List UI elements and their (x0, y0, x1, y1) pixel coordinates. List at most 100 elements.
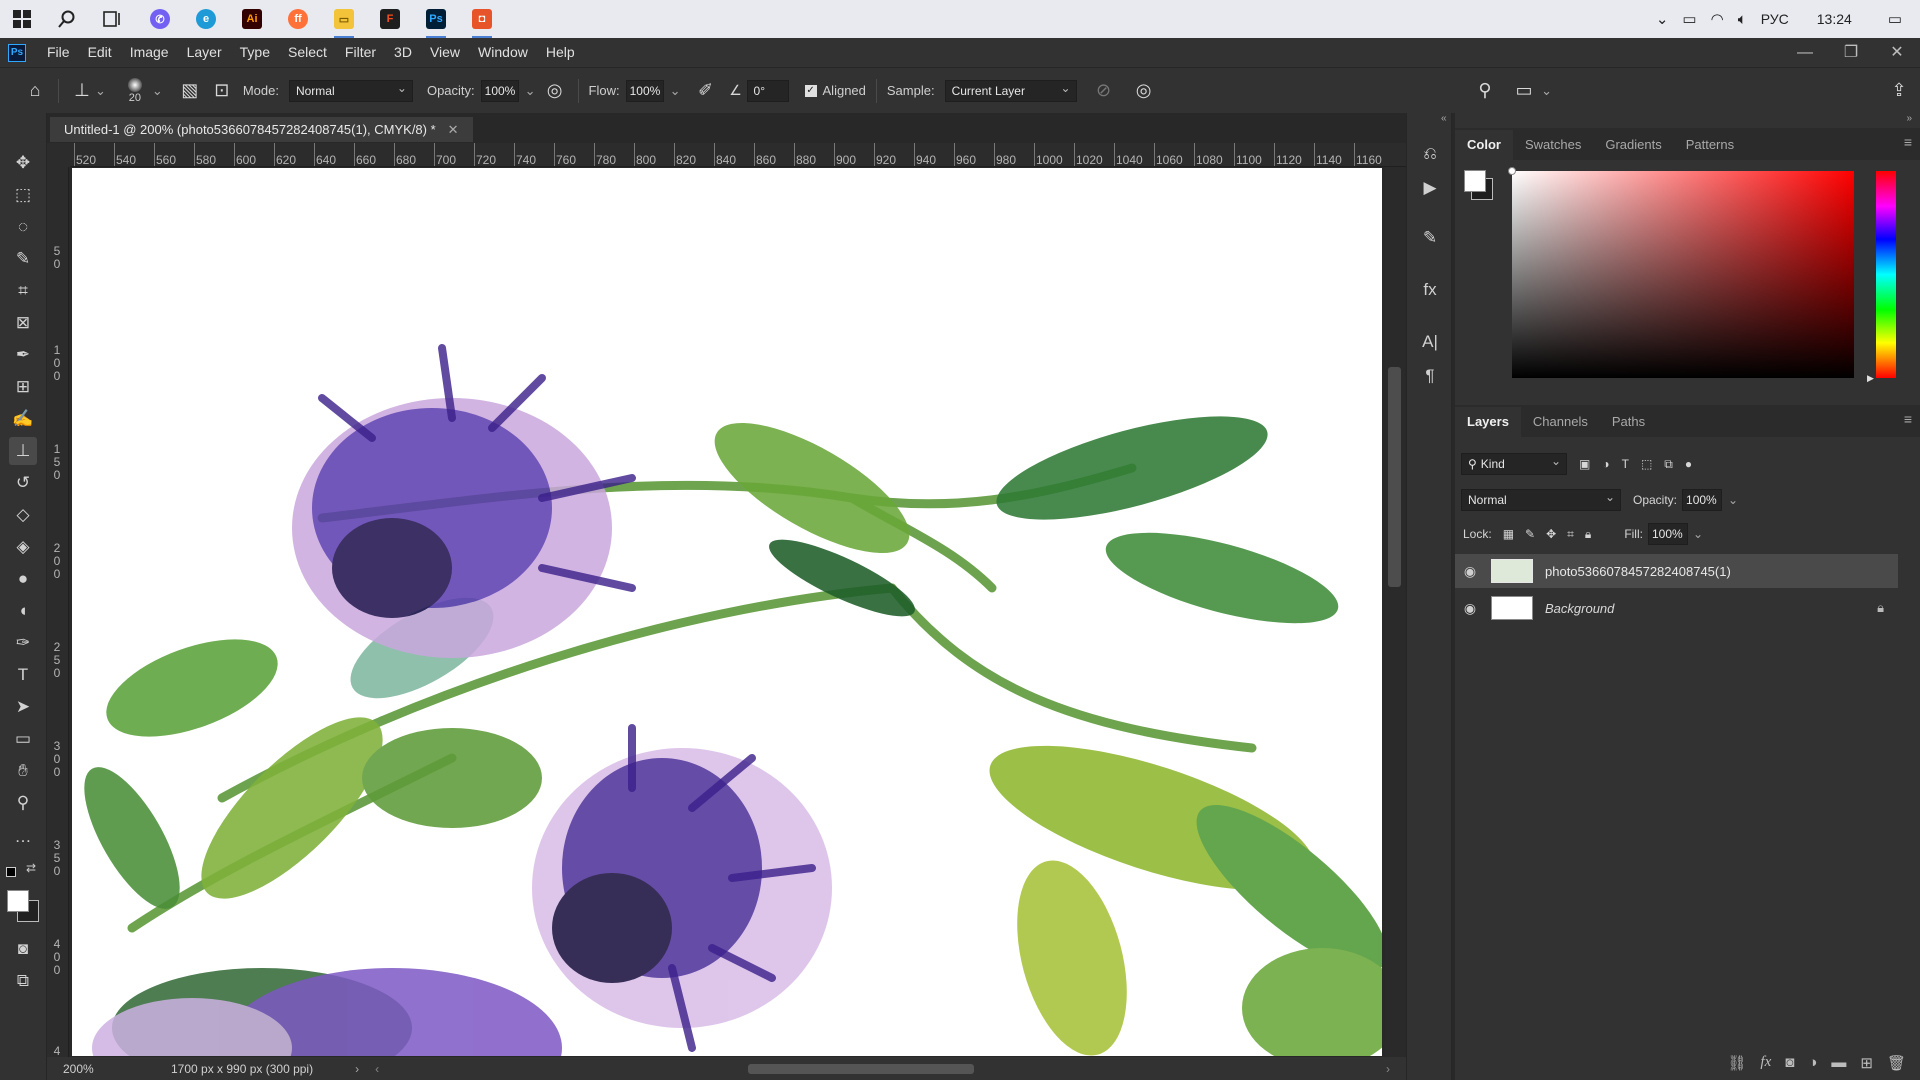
brush-settings-icon[interactable]: ▧ (177, 80, 203, 101)
visibility-eye-icon[interactable]: ◉ (1455, 563, 1485, 580)
fill-input[interactable]: 100% (1647, 523, 1688, 545)
link-layers-icon[interactable]: ⛓ (1727, 1054, 1746, 1072)
healing-brush-tool-icon[interactable]: ⊞ (9, 373, 37, 401)
quick-selection-tool-icon[interactable]: ✎ (9, 245, 37, 273)
sample-select[interactable]: Current Layer (944, 78, 1077, 102)
filter-adjustment-icon[interactable]: ◑ (1602, 457, 1609, 471)
workspace-icon[interactable]: ▭ (1511, 80, 1537, 101)
aligned-checkbox[interactable]: ✓ (804, 84, 817, 97)
lock-transparency-icon[interactable]: ▦ (1503, 527, 1514, 541)
filter-toggle-icon[interactable]: ● (1685, 457, 1692, 471)
document-tab[interactable]: Untitled-1 @ 200% (photo5366078457282408… (50, 117, 473, 142)
tab-swatches[interactable]: Swatches (1513, 130, 1593, 160)
default-colors-icon[interactable] (6, 867, 16, 877)
layer-filter-select[interactable]: ⚲ Kind (1461, 451, 1567, 475)
chevron-down-icon[interactable]: ⌄ (95, 83, 106, 99)
pressure-size-icon[interactable]: ◎ (1131, 80, 1157, 101)
ignore-adjustment-icon[interactable]: ⊘ (1091, 80, 1117, 101)
filter-shape-icon[interactable]: ⬚ (1641, 457, 1652, 471)
lasso-tool-icon[interactable]: ◌ (9, 213, 37, 241)
delete-layer-icon[interactable]: 🗑︎ (1887, 1054, 1906, 1072)
rectangle-tool-icon[interactable]: ▭ (9, 725, 37, 753)
brush-settings-panel-icon[interactable]: ✎ (1417, 225, 1443, 251)
chevron-down-icon[interactable]: ⌄ (1693, 527, 1703, 541)
scroll-left-icon[interactable]: ‹ (375, 1062, 379, 1076)
path-selection-tool-icon[interactable]: ➤ (9, 693, 37, 721)
airbrush-icon[interactable]: ✐ (693, 80, 719, 101)
paragraph-panel-icon[interactable]: ¶ (1417, 363, 1443, 389)
layer-opacity-input[interactable]: 100% (1682, 489, 1723, 511)
lock-pixels-icon[interactable]: ✎ (1525, 527, 1535, 541)
clone-source-icon[interactable]: ⊡ (209, 80, 235, 101)
type-tool-icon[interactable]: T (9, 661, 37, 689)
visibility-eye-icon[interactable]: ◉ (1455, 600, 1485, 617)
scroll-right-icon[interactable]: › (1386, 1062, 1390, 1076)
tab-gradients[interactable]: Gradients (1593, 130, 1673, 160)
zoom-level[interactable]: 200% (63, 1062, 133, 1076)
menu-view[interactable]: View (421, 38, 469, 67)
menu-file[interactable]: File (38, 38, 79, 67)
menu-type[interactable]: Type (231, 38, 279, 67)
marquee-tool-icon[interactable]: ⬚ (9, 181, 37, 209)
windows-start-icon[interactable] (8, 5, 36, 33)
frame-tool-icon[interactable]: ⊠ (9, 309, 37, 337)
home-icon[interactable]: ⌂ (22, 80, 48, 101)
menu-help[interactable]: Help (537, 38, 584, 67)
mode-select[interactable]: Normal (288, 78, 413, 102)
pressure-opacity-icon[interactable]: ◎ (542, 80, 568, 101)
eraser-tool-icon[interactable]: ◇ (9, 501, 37, 529)
menu-layer[interactable]: Layer (178, 38, 231, 67)
new-group-icon[interactable]: ▬ (1831, 1054, 1846, 1072)
wifi-icon[interactable]: ◠ (1711, 10, 1724, 28)
hue-slider[interactable] (1876, 171, 1896, 378)
screen-mode-icon[interactable]: ⧉ (9, 967, 37, 995)
actions-panel-icon[interactable]: ▶ (1417, 175, 1443, 201)
pen-tool-icon[interactable]: ✑ (9, 629, 37, 657)
lock-position-icon[interactable]: ✥ (1546, 527, 1556, 541)
eyedropper-tool-icon[interactable]: ✒ (9, 341, 37, 369)
office-icon[interactable]: ◘ (468, 5, 496, 38)
brush-preview[interactable]: 20 (118, 71, 152, 111)
tab-color[interactable]: Color (1455, 130, 1513, 160)
filter-pixel-icon[interactable]: ▣ (1579, 457, 1590, 471)
layer-name[interactable]: Background (1545, 601, 1614, 616)
language-indicator[interactable]: РУС (1761, 11, 1789, 27)
search-icon[interactable] (53, 5, 81, 33)
figma-icon[interactable]: F (376, 5, 404, 33)
move-tool-icon[interactable]: ✥ (9, 149, 37, 177)
menu-select[interactable]: Select (279, 38, 336, 67)
tab-layers[interactable]: Layers (1455, 407, 1521, 437)
canvas-image[interactable] (72, 168, 1382, 1056)
filter-smart-object-icon[interactable]: ⧉ (1664, 457, 1673, 472)
history-brush-tool-icon[interactable]: ↺ (9, 469, 37, 497)
collapse-arrows-icon[interactable]: « (1441, 113, 1447, 124)
dodge-tool-icon[interactable]: ◖ (9, 597, 37, 625)
menu-3d[interactable]: 3D (385, 38, 421, 67)
hue-slider-marker[interactable]: ▶ (1867, 373, 1874, 384)
clone-stamp-preset-icon[interactable]: ⊥ (69, 80, 95, 101)
restore-icon[interactable]: ❐ (1828, 38, 1874, 67)
hand-tool-icon[interactable]: ✋︎ (9, 757, 37, 785)
menu-window[interactable]: Window (469, 38, 537, 67)
opacity-input[interactable]: 100% (480, 79, 519, 102)
chevron-down-icon[interactable]: ⌄ (152, 83, 163, 99)
lock-artboard-icon[interactable]: ⌗ (1567, 527, 1574, 542)
foreground-color-swatch[interactable] (7, 890, 29, 912)
volume-icon[interactable]: 🔈︎ (1738, 11, 1747, 28)
vertical-scrollbar[interactable] (1385, 167, 1405, 1057)
viber-icon[interactable]: ✆ (146, 5, 174, 33)
swap-colors-icon[interactable]: ⇄ (26, 861, 36, 875)
more-tools-icon[interactable]: … (9, 823, 37, 851)
chevron-down-icon[interactable]: ⌄ (670, 83, 681, 99)
file-explorer-icon[interactable]: ▭ (330, 5, 358, 38)
blend-mode-select[interactable]: Normal (1461, 487, 1621, 511)
clone-stamp-tool-icon[interactable]: ⊥ (9, 437, 37, 465)
brush-tool-icon[interactable]: ✍ (9, 405, 37, 433)
chevron-down-icon[interactable]: ⌄ (1541, 83, 1552, 99)
menu-edit[interactable]: Edit (79, 38, 121, 67)
flow-input[interactable]: 100% (625, 79, 664, 102)
tab-channels[interactable]: Channels (1521, 407, 1600, 437)
angle-input[interactable]: 0° (746, 79, 789, 102)
tab-patterns[interactable]: Patterns (1674, 130, 1746, 160)
filter-type-icon[interactable]: T (1622, 457, 1629, 471)
